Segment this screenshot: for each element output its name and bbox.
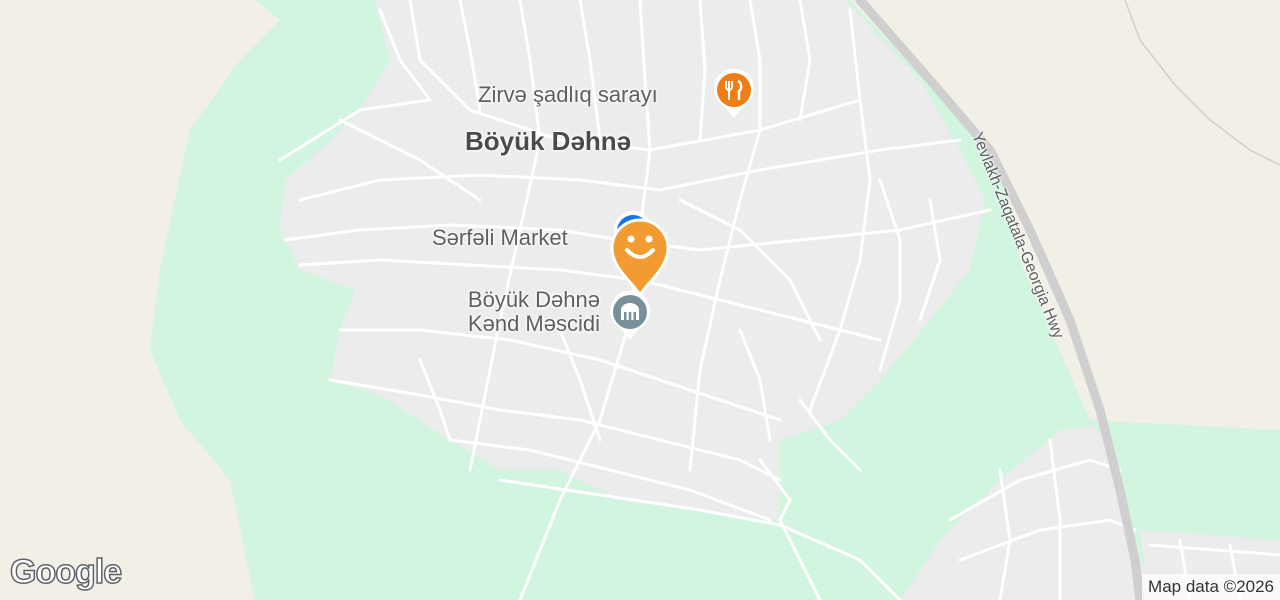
map-attribution[interactable]: Map data ©2026 [1142, 574, 1280, 600]
poi-mosque-label[interactable]: Böyük Dəhnə Kənd Məscidi [430, 288, 600, 336]
poi-restaurant-label[interactable]: Zirvə şadlıq sarayı [478, 82, 658, 108]
poi-market-label[interactable]: Sərfəli Market [432, 225, 568, 251]
town-label: Böyük Dəhnə [465, 126, 632, 156]
poi-mosque-label-line2: Kənd Məscidi [467, 311, 600, 336]
restaurant-icon[interactable] [710, 66, 758, 120]
google-logo[interactable]: Google [9, 552, 123, 592]
smiley-pin-icon[interactable] [604, 212, 676, 298]
poi-mosque-label-line1: Böyük Dəhnə [467, 287, 600, 312]
